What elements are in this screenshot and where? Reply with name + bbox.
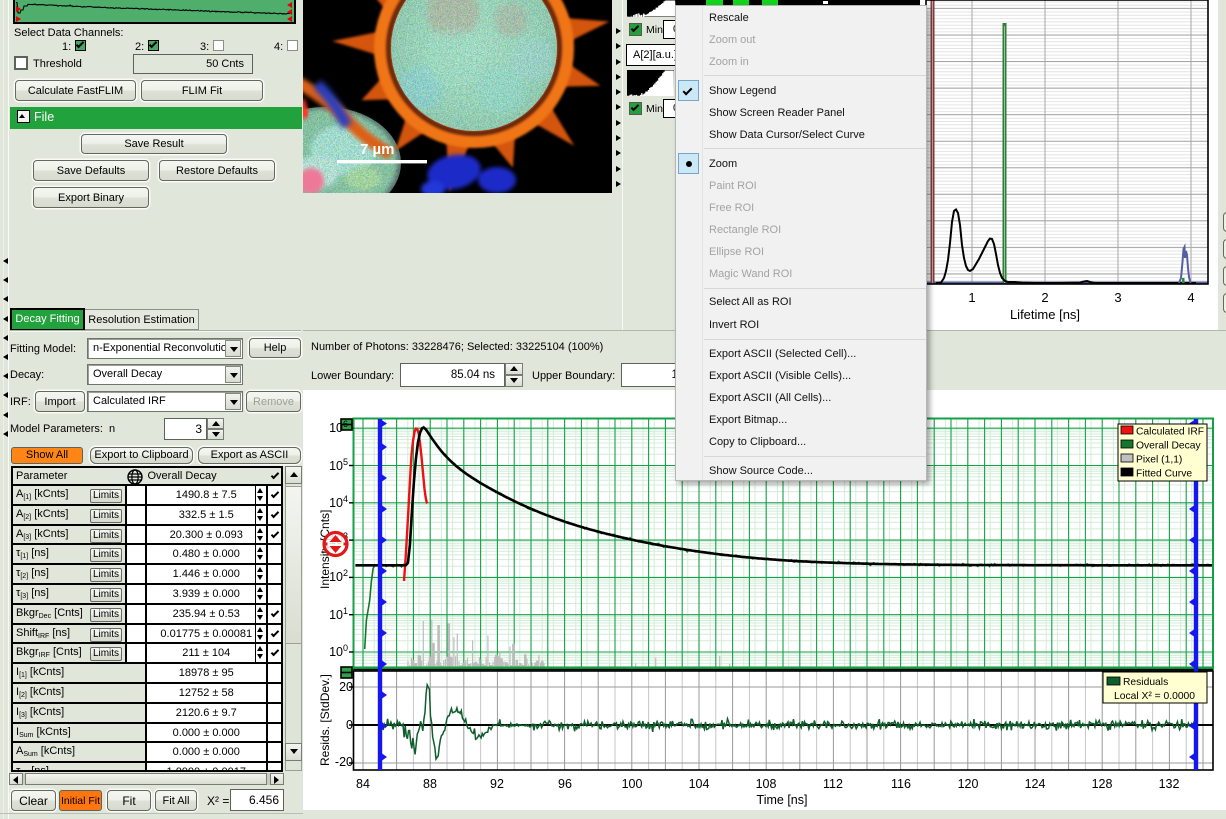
svg-text:7 µm: 7 µm (360, 141, 395, 158)
svg-text:132: 132 (1159, 777, 1180, 791)
svg-text:Residuals: Residuals (1123, 677, 1168, 688)
svg-text:88: 88 (423, 777, 437, 791)
svg-text:-20: -20 (335, 755, 353, 769)
svg-text:Resids. [StdDev.]: Resids. [StdDev.] (318, 674, 332, 766)
svg-text:120: 120 (958, 777, 979, 791)
svg-text:4: 4 (1187, 290, 1194, 305)
svg-text:Time [ns]: Time [ns] (757, 793, 808, 807)
svg-text:108: 108 (756, 777, 777, 791)
svg-text:1: 1 (968, 290, 975, 305)
svg-text:101: 101 (329, 606, 348, 622)
svg-text:Local X² = 0.0000: Local X² = 0.0000 (1114, 691, 1195, 702)
svg-text:100: 100 (329, 643, 348, 659)
svg-text:Calculated IRF: Calculated IRF (1136, 427, 1204, 438)
svg-text:2: 2 (1041, 290, 1048, 305)
svg-text:20: 20 (339, 680, 353, 694)
svg-text:84: 84 (356, 777, 370, 791)
svg-text:116: 116 (891, 777, 911, 791)
svg-text:128: 128 (1092, 777, 1113, 791)
svg-text:124: 124 (1025, 777, 1046, 791)
svg-text:Fitted Curve: Fitted Curve (1136, 469, 1192, 480)
svg-text:105: 105 (329, 457, 348, 473)
svg-text:104: 104 (689, 777, 710, 791)
svg-text:112: 112 (823, 777, 843, 791)
svg-text:3: 3 (1114, 290, 1121, 305)
svg-text:Pixel (1,1): Pixel (1,1) (1136, 455, 1182, 466)
svg-text:100: 100 (622, 777, 643, 791)
svg-text:106: 106 (329, 419, 348, 435)
svg-text:Lifetime [ns]: Lifetime [ns] (1010, 307, 1080, 322)
svg-text:0: 0 (346, 718, 353, 732)
svg-text:Overall Decay: Overall Decay (1136, 441, 1202, 452)
svg-text:96: 96 (558, 777, 572, 791)
svg-text:92: 92 (490, 777, 504, 791)
svg-text:104: 104 (329, 494, 348, 510)
